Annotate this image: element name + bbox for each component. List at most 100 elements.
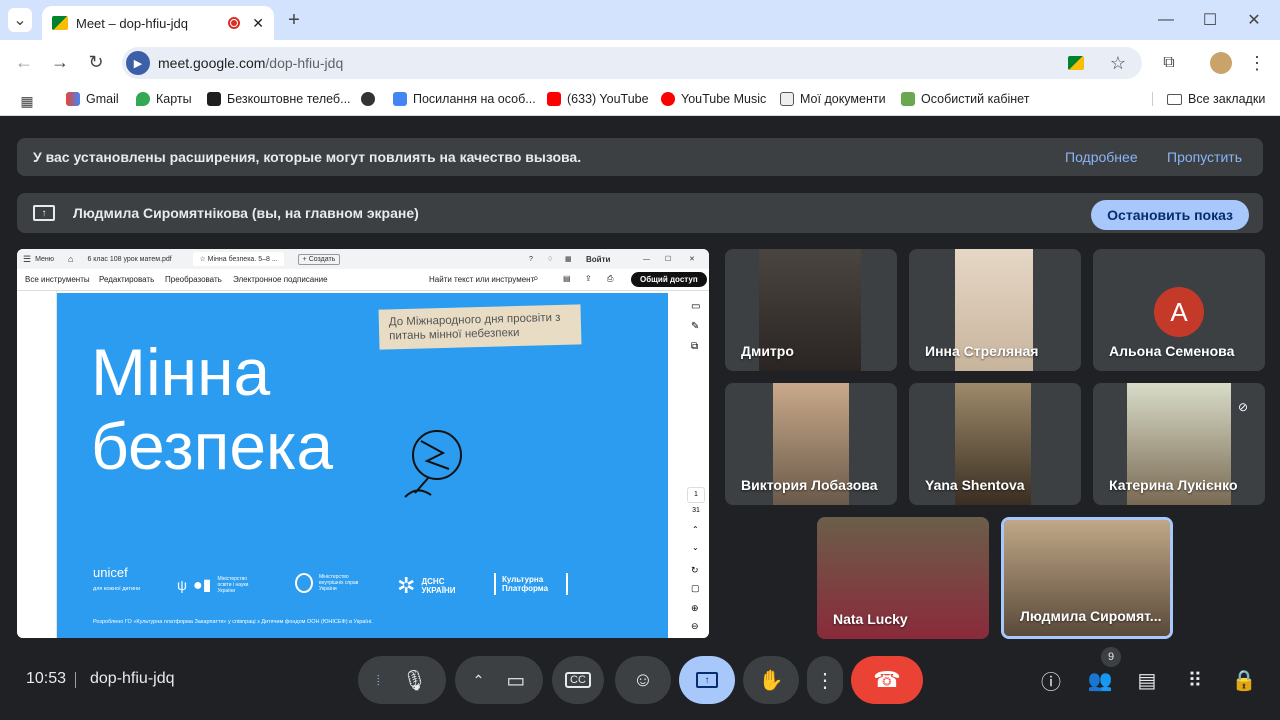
pdf-tab-2[interactable]: ☆ Мінна безпека. 5–8 ... — [193, 252, 284, 266]
tab-search-icon[interactable]: ⌄ — [8, 8, 32, 32]
people-icon[interactable]: 👥 — [1086, 666, 1114, 694]
menu-icon[interactable]: ☰ — [23, 254, 31, 265]
reload-icon[interactable]: ↻ — [84, 50, 108, 74]
comment-icon[interactable]: ▭ — [691, 301, 700, 312]
pdf-minimize-icon[interactable]: — — [643, 256, 650, 263]
page-number[interactable]: 1 — [687, 487, 705, 503]
edit-rail-icon[interactable]: ✎ — [691, 321, 699, 332]
shared-screen: ☰ Меню ⌂ 6 клас 108 урок матем.pdf ☆ Мін… — [17, 249, 709, 638]
slide-footer: Розроблено ГО «Культурна платформа Закар… — [93, 619, 373, 625]
pdf-search-icon[interactable]: ⌕ — [533, 273, 539, 284]
participant-tile[interactable]: Виктория Лобазова — [725, 383, 897, 505]
present-button[interactable]: ↑ — [679, 656, 735, 704]
save-icon[interactable]: ▤ — [563, 274, 571, 283]
zoom-in-icon[interactable]: ⊕ — [691, 603, 699, 614]
browser-tab[interactable]: Meet – dop-hfiu-jdq ✕ — [42, 6, 274, 40]
chat-icon[interactable]: ▤ — [1133, 666, 1161, 694]
new-tab-icon[interactable]: + — [284, 8, 304, 32]
tool-all[interactable]: Все инструменты — [25, 275, 90, 284]
tool-edit[interactable]: Редактировать — [99, 275, 154, 284]
mon-mark-icon: ●▮ — [192, 577, 212, 594]
apps-grid-icon[interactable]: ▦ — [18, 92, 36, 110]
microphone-icon[interactable]: 🎙 — [402, 668, 427, 693]
all-bookmarks[interactable]: Все закладки — [1152, 92, 1265, 106]
bookmark-star-icon[interactable]: ☆ — [1110, 53, 1126, 74]
documents-icon — [780, 92, 794, 106]
participant-tile-self[interactable]: Людмила Сиромят... — [1001, 517, 1173, 639]
chrome-menu-icon[interactable]: ⋮ — [1246, 52, 1268, 74]
stop-presenting-button[interactable]: Остановить показ — [1091, 200, 1249, 230]
page-down-icon[interactable]: ⌄ — [692, 543, 699, 552]
participant-tile[interactable]: ⊘ Катерина Лукієнко — [1093, 383, 1265, 505]
participant-tile[interactable]: Инна Стреляная — [909, 249, 1081, 371]
tool-convert[interactable]: Преобразовать — [165, 275, 222, 284]
bookmark-tv[interactable]: Безкоштовне телеб... — [207, 92, 351, 106]
login-link[interactable]: Войти — [586, 255, 610, 264]
bookmark-gmail[interactable]: Gmail — [66, 92, 119, 106]
copy-icon[interactable]: ⧉ — [691, 341, 698, 352]
address-bar[interactable]: ▶ meet.google.com /dop-hfiu-jdq ☆ — [122, 47, 1142, 79]
pdf-search[interactable]: Найти текст или инструмент — [429, 275, 534, 284]
site-info-icon[interactable]: ▶ — [126, 51, 150, 75]
minimize-icon[interactable]: — — [1156, 8, 1176, 32]
page-up-icon[interactable]: ⌃ — [692, 525, 699, 534]
chevron-up-icon[interactable]: ⌃ — [473, 672, 485, 689]
camera-control[interactable]: ⌃ ▭ — [455, 656, 543, 704]
participant-name: Инна Стреляная — [925, 343, 1039, 359]
zoom-out-icon[interactable]: ⊖ — [691, 621, 699, 632]
host-controls-icon[interactable]: 🔒 — [1230, 666, 1258, 694]
tool-sign[interactable]: Электронное подписание — [233, 275, 328, 284]
end-call-button[interactable]: ☎ — [851, 656, 923, 704]
participant-tile[interactable]: Yana Shentova — [909, 383, 1081, 505]
captions-button[interactable]: CC — [552, 656, 604, 704]
bookmark-globe[interactable] — [361, 92, 375, 106]
muted-mic-icon: ⊘ — [1231, 395, 1255, 419]
bookmark-documents[interactable]: Мої документи — [780, 92, 886, 106]
star-icon: ☆ — [199, 256, 208, 263]
pdf-maximize-icon[interactable]: ☐ — [665, 255, 671, 263]
print-icon[interactable]: ⎙ — [607, 274, 613, 284]
meeting-divider — [75, 672, 76, 688]
mic-control[interactable]: ⦙ 🎙 — [358, 656, 446, 704]
camera-icon[interactable]: ▭ — [506, 668, 525, 693]
meeting-info-icon[interactable]: ⓘ — [1037, 666, 1065, 694]
back-icon[interactable]: ← — [12, 50, 36, 74]
forward-icon[interactable]: → — [48, 50, 72, 74]
activities-icon[interactable]: ⠿ — [1181, 666, 1209, 694]
close-tab-icon[interactable]: ✕ — [252, 15, 264, 32]
bookmark-maps[interactable]: Карты — [136, 92, 192, 106]
participant-tile[interactable]: A Альона Семенова — [1093, 249, 1265, 371]
reactions-button[interactable]: ☺ — [615, 656, 671, 704]
share-button[interactable]: Общий доступ — [631, 272, 707, 287]
extension-warning-banner: У вас установлены расширения, которые мо… — [17, 138, 1263, 176]
meet-extension-icon[interactable] — [1068, 56, 1084, 70]
extensions-icon[interactable]: ⧉ — [1158, 52, 1180, 74]
new-pdf-tab[interactable]: + Создать — [297, 253, 341, 265]
participant-name: Yana Shentova — [925, 477, 1025, 493]
home-icon[interactable]: ⌂ — [68, 254, 73, 264]
end-call-icon: ☎ — [873, 667, 901, 692]
fit-icon[interactable]: ▢ — [691, 583, 700, 594]
pdf-tab-1[interactable]: 6 клас 108 урок матем.pdf — [87, 256, 187, 263]
apps-icon[interactable]: ▦ — [565, 255, 572, 263]
bookmark-docs[interactable]: Посилання на особ... — [393, 92, 536, 106]
bookmark-youtube[interactable]: (633) YouTube — [547, 92, 649, 106]
bookmark-cabinet[interactable]: Особистий кабінет — [901, 92, 1029, 106]
help-icon[interactable]: ? — [529, 256, 533, 263]
upload-icon[interactable]: ⇪ — [585, 274, 592, 283]
maximize-icon[interactable]: ☐ — [1200, 8, 1220, 32]
participant-tile[interactable]: Nata Lucky — [817, 517, 989, 639]
close-window-icon[interactable]: ✕ — [1244, 8, 1264, 32]
bookmark-youtube-music[interactable]: YouTube Music — [661, 92, 766, 106]
menu-label[interactable]: Меню — [35, 256, 54, 263]
more-info-link[interactable]: Подробнее — [1065, 149, 1138, 165]
rotate-icon[interactable]: ↻ — [691, 565, 699, 576]
profile-avatar[interactable] — [1210, 52, 1232, 74]
participant-tile[interactable]: Дмитро — [725, 249, 897, 371]
more-options-button[interactable]: ⋮ — [807, 656, 843, 704]
extension-warning-text: У вас установлены расширения, которые мо… — [33, 149, 582, 165]
raise-hand-button[interactable]: ✋ — [743, 656, 799, 704]
bell-icon[interactable]: ♢ — [547, 255, 553, 263]
pdf-close-icon[interactable]: ✕ — [689, 255, 695, 263]
skip-link[interactable]: Пропустить — [1167, 149, 1242, 165]
